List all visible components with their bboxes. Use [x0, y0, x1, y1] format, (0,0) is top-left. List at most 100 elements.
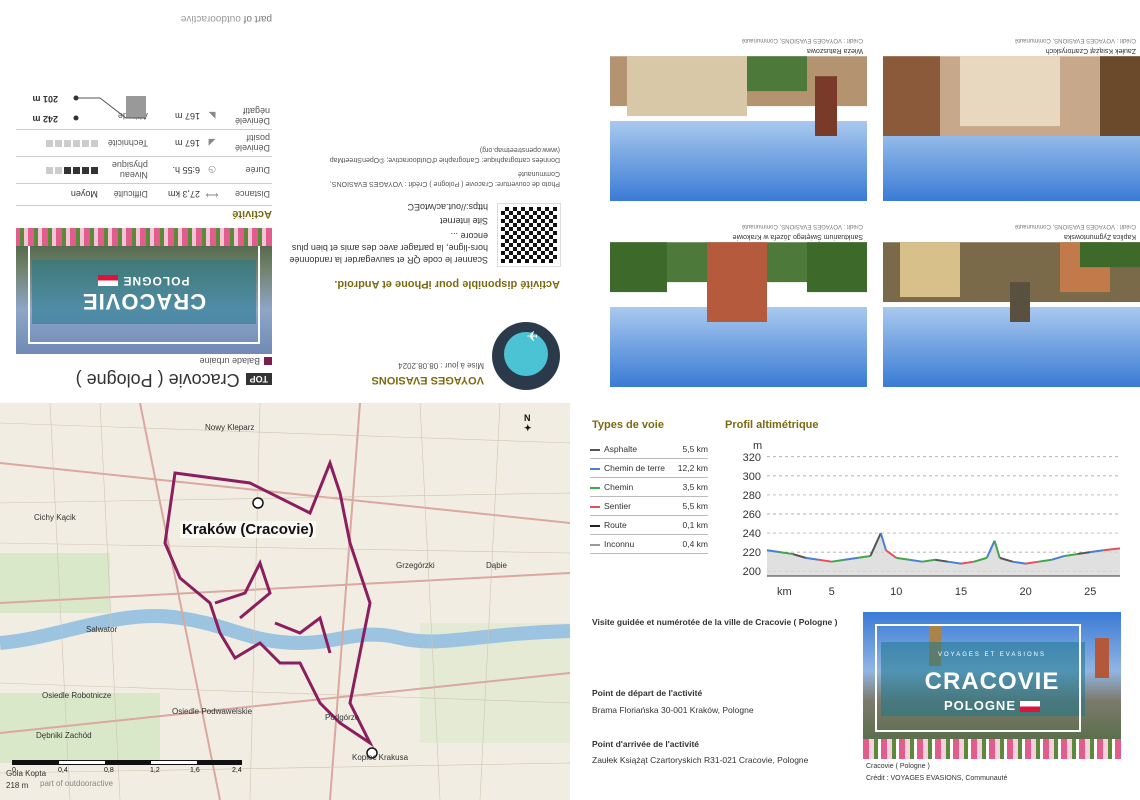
difficulty-value: Moyen: [16, 183, 100, 206]
activity-heading: Activité: [232, 208, 272, 220]
cartography-credit: Données cartographique: Cartographie d'O…: [329, 146, 560, 163]
photo-caption: Kaplica Zygmuntowska: [1064, 233, 1136, 240]
top-badge: TOP: [245, 373, 272, 386]
north-label: N: [524, 413, 531, 423]
surface-name: Asphalte: [604, 444, 638, 454]
summary-panel: TOP Cracovie ( Pologne ) Balade urbaine …: [0, 0, 570, 400]
scale-tick: 2,4: [232, 767, 242, 774]
photo-credit: Crédit : VOYAGES EVASIONS, Communauté: [1014, 223, 1136, 229]
surface-km: 5,5 km: [682, 444, 708, 454]
scale-tick: 1,2: [150, 767, 160, 774]
surface-swatch: [590, 468, 600, 470]
y-tick-label: 260: [743, 509, 761, 521]
route-map[interactable]: Kraków (Cracovie) Nowy Kleparz Cichy Kąc…: [0, 403, 570, 800]
publisher-logo: ✈: [492, 322, 560, 390]
y-tick-label: 200: [743, 566, 761, 578]
photo-caption: Sanktuarium Świętego Józefa w Krakowie: [732, 233, 863, 240]
profile-area: [767, 533, 1120, 576]
surface-km: 0,1 km: [682, 520, 708, 530]
outdooractive-logo: part of outdooractive: [181, 13, 272, 24]
y-tick-label: 240: [743, 528, 761, 540]
cover-flowers: [16, 228, 272, 246]
surface-km: 0,4 km: [682, 539, 708, 549]
brochure-page: TOP Cracovie ( Pologne ) Balade urbaine …: [0, 0, 1140, 800]
surface-types-table: Asphalte 5,5 km Chemin de terre 12,2 km Ch…: [590, 440, 708, 554]
surface-name: Route: [604, 520, 627, 530]
surface-row: Chemin 3,5 km: [590, 478, 708, 497]
end-heading: Point d'arrivée de l'activité: [592, 739, 700, 749]
altitude-min: 201 m: [32, 94, 58, 104]
sheet-title: Cracovie ( Pologne ): [75, 370, 240, 390]
x-tick-label: 5: [829, 586, 835, 598]
distance-label: Distance: [222, 183, 272, 206]
scale-tick: 1,6: [190, 767, 200, 774]
scale-tick: 0,8: [104, 767, 114, 774]
descent-value: 167 m: [149, 103, 202, 130]
cover-photo-credit: Photo de couverture: Cracovie ( Pologne …: [329, 170, 560, 187]
website-link[interactable]: https://out.ac/wtoEC: [407, 202, 488, 212]
photo-kaplica: [883, 242, 1140, 387]
y-axis-unit: m: [753, 440, 762, 452]
map-place-label: Osiedle Podwawelskie: [172, 707, 253, 716]
map-place-label: Podgórze: [325, 713, 360, 722]
surface-name: Chemin de terre: [604, 463, 665, 473]
ascent-icon: ◢: [202, 129, 222, 157]
cover-country: POLOGNE: [16, 274, 272, 288]
map-place-label: Salwator: [86, 625, 118, 634]
photo-zaulek: [883, 56, 1140, 201]
activity-description: Visite guidée et numérotée de la ville d…: [592, 617, 838, 627]
cover-country-label: POLOGNE: [943, 698, 1016, 713]
elevation-profile-heading: Profil altimétrique: [725, 419, 819, 431]
surface-row: Inconnu 0,4 km: [590, 535, 708, 554]
map-place-label: Dębniki Zachód: [36, 731, 92, 740]
cover-flowers: [863, 739, 1121, 759]
x-tick-label: 15: [955, 586, 967, 598]
distance-value: 27,3 km: [149, 183, 202, 206]
surface-swatch: [590, 449, 600, 451]
ascent-value: 167 m: [149, 129, 202, 157]
activity-type-label: Balade urbaine: [199, 356, 260, 366]
x-tick-label: 25: [1084, 586, 1096, 598]
photo-credit: Crédit : VOYAGES EVASIONS, Communauté: [741, 37, 863, 43]
surface-types-heading: Types de voie: [592, 419, 664, 431]
y-tick-label: 220: [743, 547, 761, 559]
map-corner-altitude: 218 m: [6, 781, 29, 790]
clock-icon: ◷: [202, 156, 222, 184]
start-heading: Point de départ de l'activité: [592, 688, 703, 698]
difficulty-label: Difficulté: [99, 183, 150, 206]
y-tick-label: 320: [743, 452, 761, 464]
surface-row: Chemin de terre 12,2 km: [590, 459, 708, 478]
descent-label: Dénivelé négatif: [222, 103, 272, 130]
surface-swatch: [590, 487, 600, 489]
scale-tick: 0,4: [58, 767, 68, 774]
airplane-icon: ✈: [526, 328, 538, 344]
cover-credit: Crédit : VOYAGES EVASIONS, Communauté: [866, 775, 1008, 782]
cover-city: CRACOVIE: [81, 289, 207, 314]
distance-icon: ⟷: [202, 183, 222, 206]
poland-flag-icon: [1020, 701, 1040, 713]
physical-level-dots: [16, 156, 100, 184]
update-date: Mise à jour : 08.08.2024: [398, 361, 484, 370]
map-place-label: Kopiec Krakusa: [352, 753, 409, 762]
physical-level-label: Niveau physique: [99, 156, 150, 184]
surface-name: Sentier: [604, 501, 631, 511]
sheet-title-row: TOP Cracovie ( Pologne ): [76, 369, 272, 390]
part-of-brand: outdooractive: [180, 13, 241, 24]
photos-panel: Kaplica Zygmuntowska Crédit : VOYAGES EV…: [570, 0, 1140, 400]
cover-tagline: VOYAGES ET EVASIONS: [937, 652, 1047, 658]
x-axis-unit: km: [777, 586, 792, 598]
altitude-max: 242 m: [32, 114, 58, 124]
photo-wieza: [610, 56, 867, 201]
cover-image: CRACOVIE POLOGNE: [16, 228, 272, 354]
surface-name: Chemin: [604, 482, 634, 492]
website-heading: Site internet: [439, 216, 488, 226]
start-point-icon[interactable]: [252, 497, 264, 509]
qr-code[interactable]: [497, 203, 561, 267]
elevation-profile-chart: m 200 220 240 260 280 300 320 km 5 10 15 20 25: [743, 440, 1121, 598]
poland-flag-icon: [98, 274, 119, 286]
map-place-label: Grzegórzki: [396, 561, 435, 570]
surface-swatch: [590, 544, 600, 546]
cover-country-label: POLOGNE: [122, 274, 190, 288]
x-tick-label: 20: [1019, 586, 1031, 598]
surface-km: 12,2 km: [677, 463, 708, 473]
